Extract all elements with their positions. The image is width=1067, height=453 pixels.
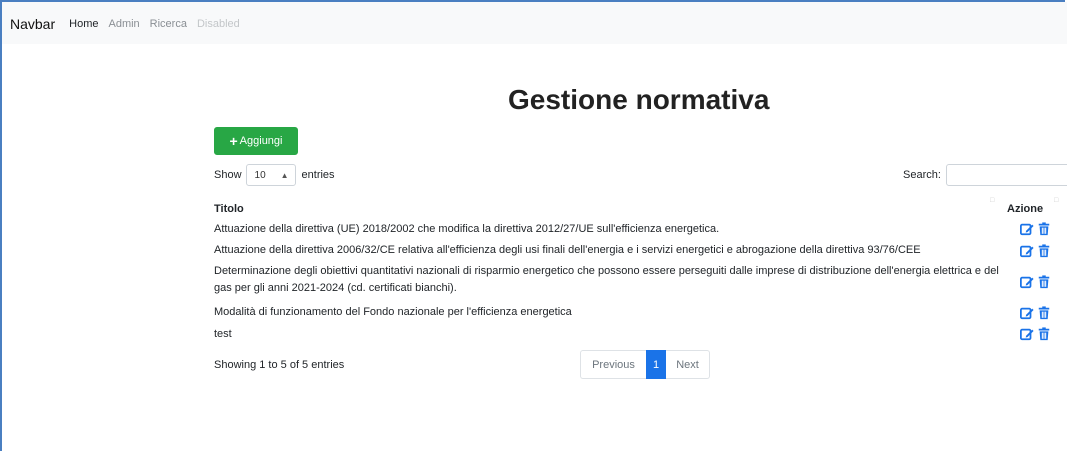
edit-icon[interactable] — [1020, 244, 1034, 258]
trash-icon[interactable] — [1037, 327, 1051, 341]
trash-icon[interactable] — [1037, 306, 1051, 320]
nav-link-disabled: Disabled — [196, 18, 240, 30]
row-actions — [1020, 327, 1051, 341]
row-actions — [1020, 244, 1051, 258]
nav-link-admin[interactable]: Admin — [108, 18, 139, 30]
entries-length-control: Show 10 ▲︎ entries — [214, 164, 335, 186]
search-control: Search: — [903, 164, 1067, 186]
sort-indicator-icon: □ — [1054, 197, 1059, 204]
row-actions — [1020, 222, 1051, 236]
trash-icon[interactable] — [1037, 222, 1051, 236]
add-button-label: Aggiungi — [239, 135, 283, 147]
table-row-title: Attuazione della direttiva 2006/32/CE re… — [214, 244, 921, 256]
edit-icon[interactable] — [1020, 222, 1034, 236]
length-prefix: Show — [214, 169, 242, 181]
pagination: Previous 1 Next — [580, 350, 710, 379]
navbar: Navbar Home Admin Ricerca Disabled — [2, 2, 1067, 44]
row-actions — [1020, 275, 1051, 289]
pagination-previous[interactable]: Previous — [580, 350, 646, 379]
search-label: Search: — [903, 169, 941, 181]
search-input[interactable] — [945, 164, 1067, 186]
trash-icon[interactable] — [1037, 244, 1051, 258]
trash-icon[interactable] — [1037, 275, 1051, 289]
table-row-title: test — [214, 328, 232, 340]
row-actions — [1020, 306, 1051, 320]
edit-icon[interactable] — [1020, 327, 1034, 341]
length-suffix: entries — [301, 169, 335, 181]
edit-icon[interactable] — [1020, 275, 1034, 289]
length-value: 10 — [254, 169, 266, 181]
entries-length-select[interactable]: 10 ▲︎ — [245, 164, 296, 186]
table-info: Showing 1 to 5 of 5 entries — [214, 359, 345, 371]
plus-icon: + — [229, 133, 238, 149]
nav-link-ricerca[interactable]: Ricerca — [150, 18, 187, 30]
sort-indicator-icon: □ — [990, 197, 995, 204]
select-arrows-icon: ▲︎ — [280, 170, 289, 180]
navbar-brand[interactable]: Navbar — [10, 16, 55, 32]
add-button[interactable]: + Aggiungi — [214, 127, 298, 155]
nav-link-home[interactable]: Home — [69, 18, 98, 30]
table-row-title: Attuazione della direttiva (UE) 2018/200… — [214, 223, 720, 235]
column-header-azione[interactable]: Azione — [1007, 203, 1043, 215]
table-row-title: Determinazione degli obiettivi quantitat… — [214, 265, 999, 294]
pagination-next[interactable]: Next — [666, 350, 710, 379]
column-header-titolo[interactable]: Titolo — [214, 203, 244, 215]
pagination-page-current[interactable]: 1 — [646, 350, 666, 379]
page-title: Gestione normativa — [508, 84, 770, 115]
edit-icon[interactable] — [1020, 306, 1034, 320]
table-row-title: Modalità di funzionamento del Fondo nazi… — [214, 306, 572, 318]
